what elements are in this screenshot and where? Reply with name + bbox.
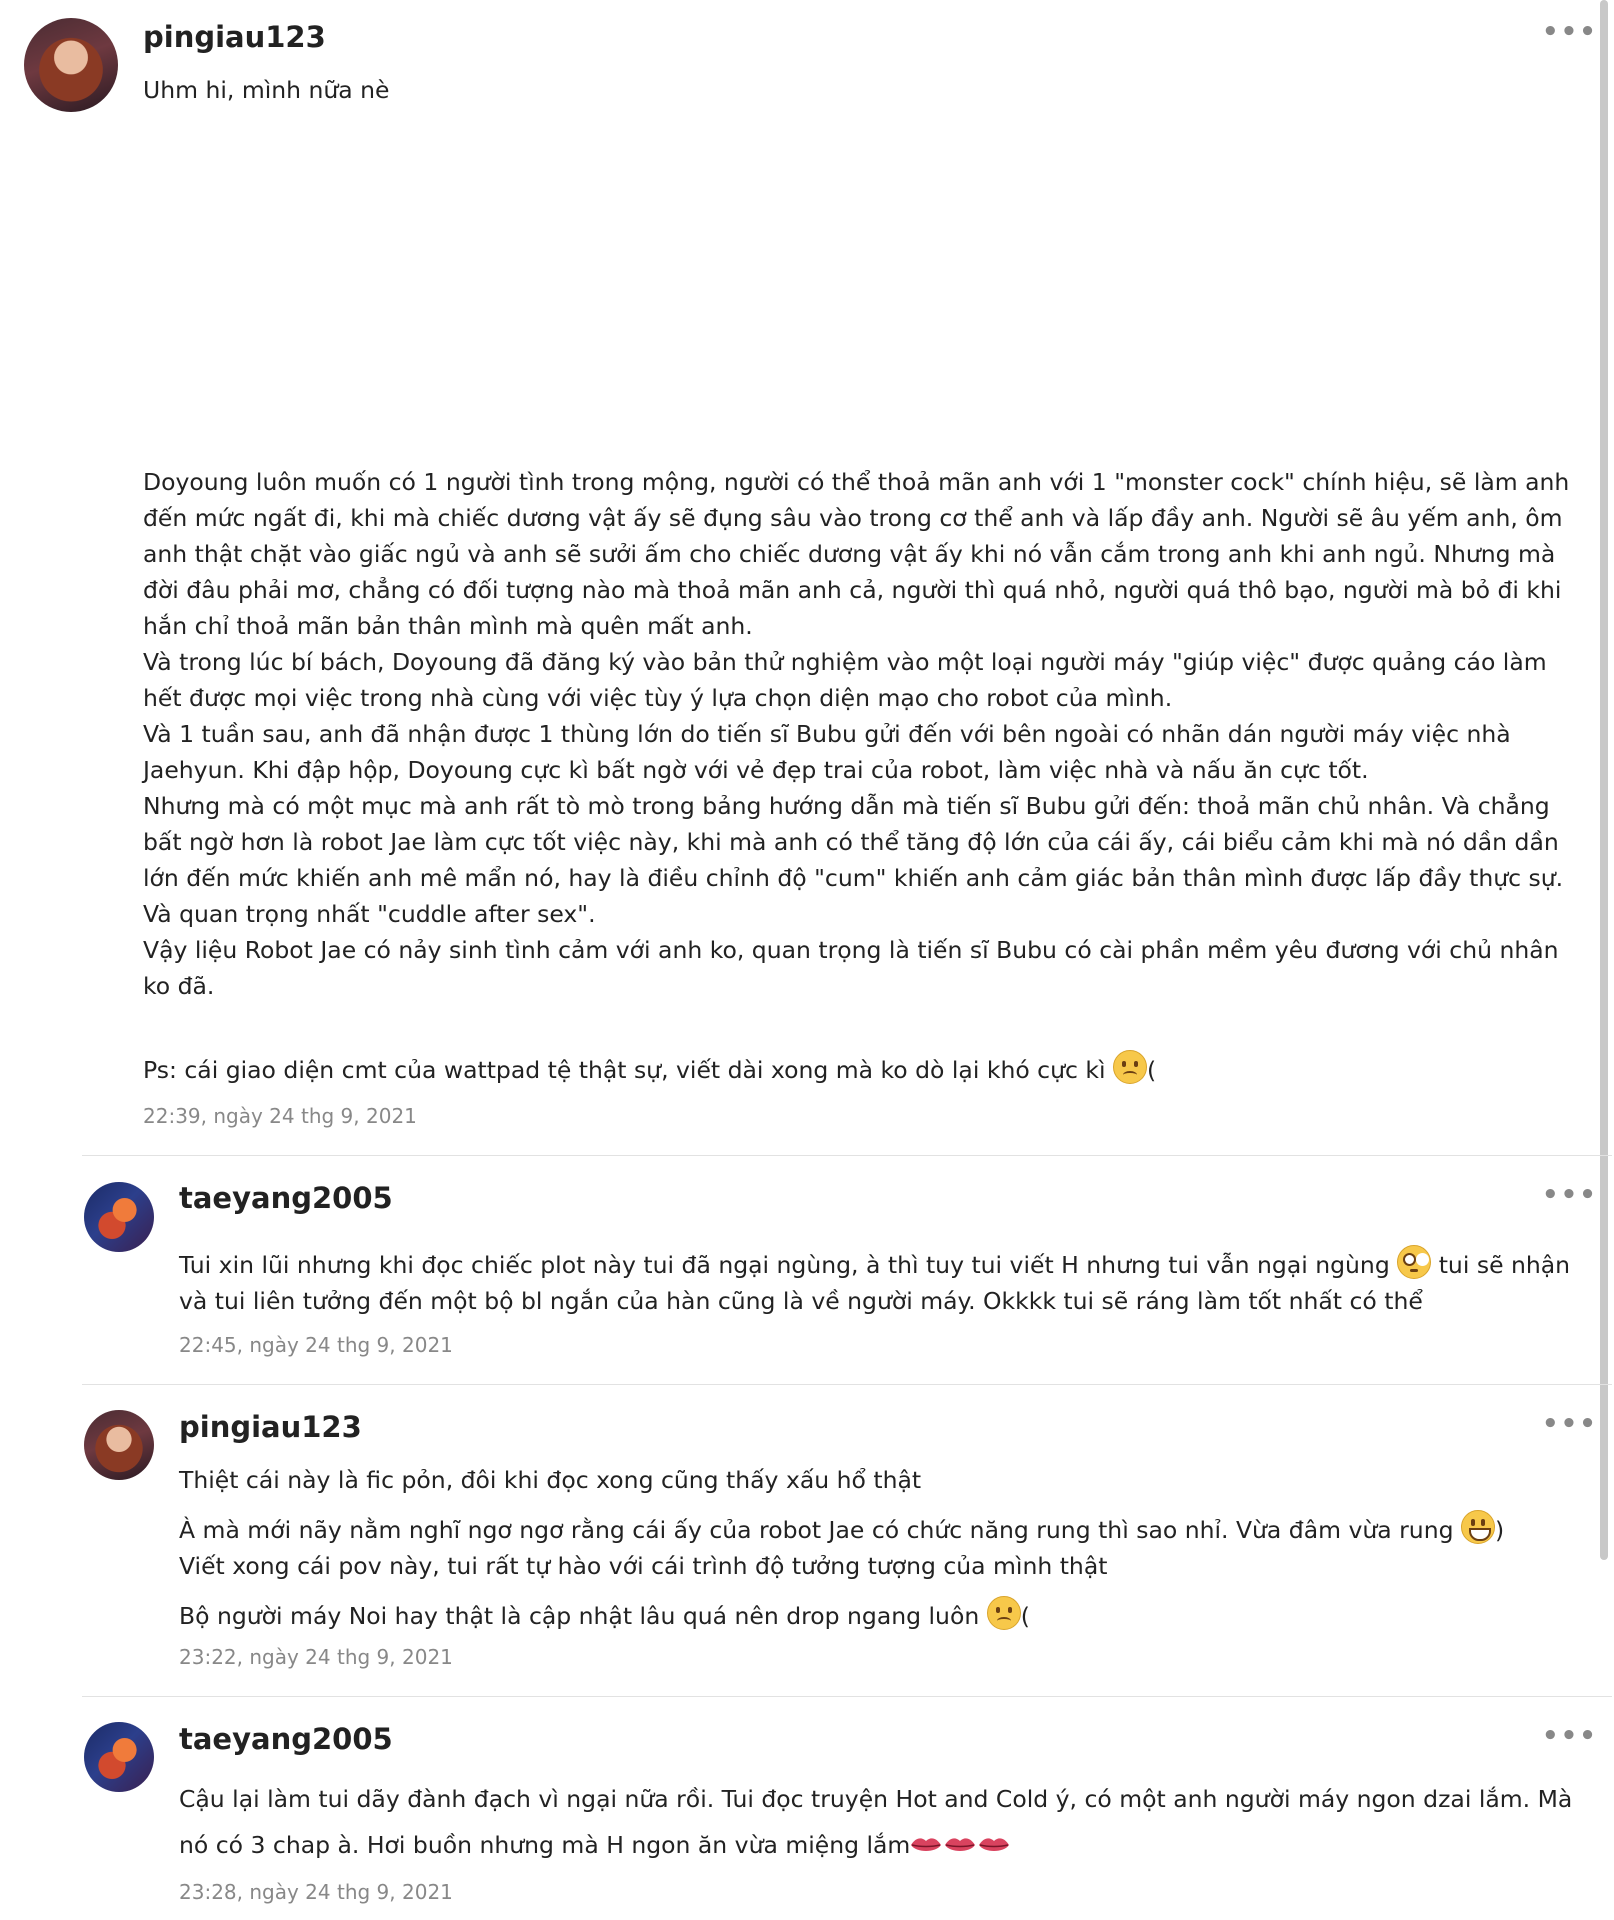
avatar[interactable] xyxy=(84,1182,154,1252)
avatar[interactable] xyxy=(24,18,118,112)
more-options-icon[interactable]: ••• xyxy=(1542,19,1598,45)
more-options-icon[interactable]: ••• xyxy=(1542,1182,1598,1208)
worried-face-icon xyxy=(1113,1050,1148,1084)
comment-paragraph: À mà mới nãy nằm nghĩ ngơ ngơ rằng cái ấ… xyxy=(179,1516,1454,1544)
username[interactable]: pingiau123 xyxy=(143,20,326,54)
comment-paragraph: Và trong lúc bí bách, Doyoung đã đăng ký… xyxy=(143,648,1547,712)
comment-body: Thiệt cái này là fic pỏn, đôi khi đọc xo… xyxy=(179,1462,1599,1634)
divider xyxy=(82,1384,1612,1385)
comment-paragraph: Doyoung luôn muốn có 1 người tình trong … xyxy=(143,468,1570,640)
comment-paragraph: Ps: cái giao diện cmt của wattpad tệ thậ… xyxy=(143,1056,1106,1084)
comment-paragraph: Vậy liệu Robot Jae có nảy sinh tình cảm … xyxy=(143,936,1559,1000)
comment-body: Tui xin lũi nhưng khi đọc chiếc plot này… xyxy=(179,1245,1599,1319)
comment-text: ( xyxy=(1147,1056,1157,1084)
more-options-icon[interactable]: ••• xyxy=(1542,1411,1598,1437)
comment-paragraph: Và 1 tuần sau, anh đã nhận được 1 thùng … xyxy=(143,720,1511,784)
flushed-face-icon xyxy=(1397,1245,1432,1279)
timestamp: 23:22, ngày 24 thg 9, 2021 xyxy=(179,1645,453,1669)
comment-paragraph: Viết xong cái pov này, tui rất tự hào vớ… xyxy=(179,1552,1108,1580)
timestamp: 22:45, ngày 24 thg 9, 2021 xyxy=(179,1333,453,1357)
comment-paragraph: Nhưng mà có một mục mà anh rất tò mò tro… xyxy=(143,792,1564,928)
avatar[interactable] xyxy=(84,1722,154,1792)
comment-paragraph: Tui xin lũi nhưng khi đọc chiếc plot này… xyxy=(179,1251,1390,1279)
comment-paragraph: Thiệt cái này là fic pỏn, đôi khi đọc xo… xyxy=(179,1466,922,1494)
divider xyxy=(82,1155,1612,1156)
comment-text: ) xyxy=(1495,1516,1505,1544)
comment-body: Doyoung luôn muốn có 1 người tình trong … xyxy=(143,464,1583,1004)
username[interactable]: pingiau123 xyxy=(179,1410,362,1444)
username[interactable]: taeyang2005 xyxy=(179,1181,393,1215)
comment-paragraph: Uhm hi, mình nữa nè xyxy=(143,76,390,104)
divider xyxy=(82,1696,1612,1697)
comment-body: Cậu lại làm tui dãy đành đạch vì ngại nữ… xyxy=(179,1776,1599,1868)
username[interactable]: taeyang2005 xyxy=(179,1722,393,1756)
grinning-face-icon xyxy=(1461,1510,1495,1544)
comment-paragraph: Cậu lại làm tui dãy đành đạch vì ngại nữ… xyxy=(179,1785,1573,1859)
avatar[interactable] xyxy=(84,1410,154,1480)
comment-body: Ps: cái giao diện cmt của wattpad tệ thậ… xyxy=(143,1050,1583,1088)
comment-text: ( xyxy=(1020,1602,1030,1630)
more-options-icon[interactable]: ••• xyxy=(1542,1723,1598,1749)
lips-icon xyxy=(911,1838,942,1851)
lips-icon xyxy=(979,1838,1010,1851)
lips-icon xyxy=(945,1838,976,1851)
comment-body: Uhm hi, mình nữa nè xyxy=(143,72,1583,108)
comment-paragraph: Bộ người máy Noi hay thật là cập nhật lâ… xyxy=(179,1602,980,1630)
timestamp: 22:39, ngày 24 thg 9, 2021 xyxy=(143,1104,417,1128)
scrollbar[interactable] xyxy=(1600,0,1608,1560)
timestamp: 23:28, ngày 24 thg 9, 2021 xyxy=(179,1880,453,1904)
worried-face-icon xyxy=(986,1596,1021,1630)
